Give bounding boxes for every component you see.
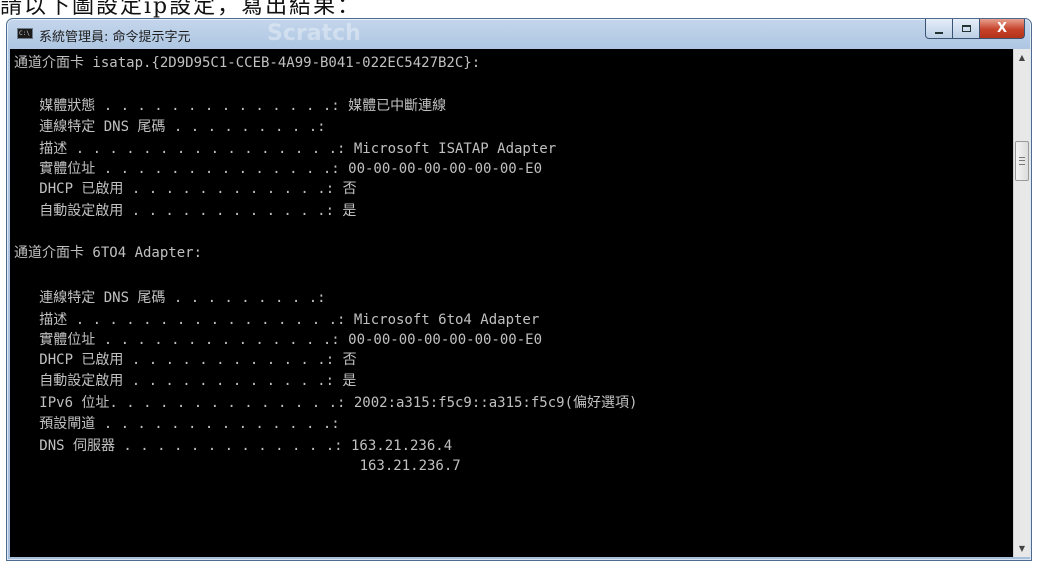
maximize-button[interactable] (953, 19, 980, 39)
console-line: 實體位址 . . . . . . . . . . . . . .: 00-00-… (14, 332, 543, 348)
title-bar[interactable]: C:\ 系統管理員: 命令提示字元 Scratch X (7, 19, 1031, 49)
console-line: DHCP 已啟用 . . . . . . . . . . . .: 否 (14, 352, 357, 368)
command-prompt-window[interactable]: C:\ 系統管理員: 命令提示字元 Scratch X 通道介面卡 isatap… (6, 18, 1032, 561)
scroll-up-arrow-icon[interactable]: ▲ (1014, 49, 1030, 66)
console-line: IPv6 位址. . . . . . . . . . . . . .: 2002… (14, 395, 638, 411)
document-background: 請以下圖設定ip設定，寫出結果： (0, 0, 1038, 20)
console-app-icon[interactable]: C:\ (17, 28, 33, 39)
scrollbar-thumb[interactable] (1015, 141, 1029, 181)
console-line: 實體位址 . . . . . . . . . . . . . .: 00-00-… (14, 161, 543, 177)
close-icon: X (996, 21, 1008, 36)
console-line: DNS 伺服器 . . . . . . . . . . . . .: 163.2… (14, 438, 453, 454)
console-line: 通道介面卡 isatap.{2D9D95C1-CCEB-4A99-B041-02… (14, 55, 481, 71)
console-line: 自動設定啟用 . . . . . . . . . . . .: 是 (14, 203, 357, 219)
grip-icon (1019, 157, 1025, 165)
maximize-icon (961, 25, 971, 32)
console-line: 連線特定 DNS 尾碼 . . . . . . . . .: (14, 290, 326, 306)
console-lines: 通道介面卡 isatap.{2D9D95C1-CCEB-4A99-B041-02… (14, 55, 637, 474)
caption-buttons: X (925, 19, 1025, 39)
window-title: 系統管理員: 命令提示字元 (39, 30, 191, 45)
console-line: 連線特定 DNS 尾碼 . . . . . . . . .: (14, 119, 326, 135)
close-button[interactable]: X (980, 19, 1025, 39)
minimize-icon (935, 31, 943, 34)
console-line: 描述 . . . . . . . . . . . . . . . .: Micr… (14, 141, 557, 157)
scroll-down-arrow-icon[interactable]: ▼ (1014, 540, 1030, 557)
console-output[interactable]: 通道介面卡 isatap.{2D9D95C1-CCEB-4A99-B041-02… (10, 49, 1013, 557)
document-text: 請以下圖設定ip設定，寫出結果： (0, 0, 362, 19)
console-line: 描述 . . . . . . . . . . . . . . . .: Micr… (14, 312, 540, 328)
console-line: 預設閘道 . . . . . . . . . . . . . .: (14, 416, 340, 432)
console-line: DHCP 已啟用 . . . . . . . . . . . .: 否 (14, 181, 357, 197)
console-line: 自動設定啟用 . . . . . . . . . . . .: 是 (14, 373, 357, 389)
console-line: 163.21.236.7 (14, 458, 461, 474)
vertical-scrollbar[interactable]: ▲ ▼ (1013, 49, 1030, 557)
console-line: 通道介面卡 6TO4 Adapter: (14, 245, 203, 261)
console-line: 媒體狀態 . . . . . . . . . . . . . .: 媒體已中斷連… (14, 98, 447, 114)
watermark: Scratch (267, 21, 361, 46)
minimize-button[interactable] (925, 19, 953, 39)
